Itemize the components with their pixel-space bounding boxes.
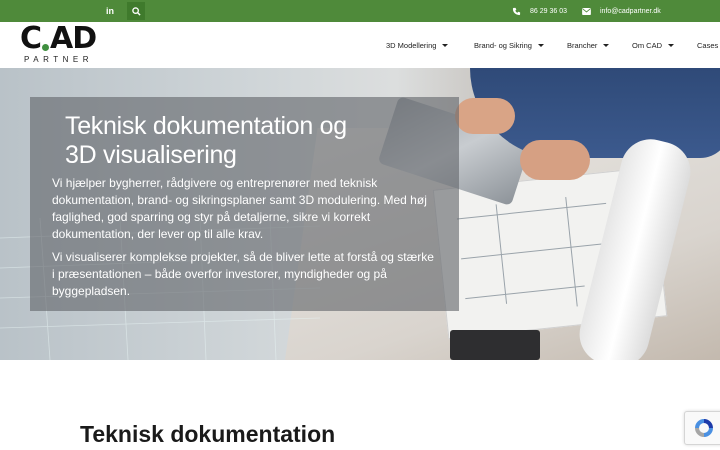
site-header: C AD PARTNER 3D Modellering Brand- og Si… xyxy=(0,22,720,68)
nav-item-3d-modellering[interactable]: 3D Modellering xyxy=(386,22,449,68)
top-bar: in 86 29 36 03 info@cadpartner.dk xyxy=(0,0,720,22)
section-title: Teknisk dokumentation xyxy=(80,421,336,447)
logo-dot xyxy=(42,43,50,51)
hero-hand xyxy=(520,140,590,180)
envelope-icon xyxy=(582,7,591,15)
email-link[interactable]: info@cadpartner.dk xyxy=(582,0,661,22)
hero-hand xyxy=(455,98,515,134)
hero-title: Teknisk dokumentation og 3D visualiserin… xyxy=(65,112,347,169)
search-icon[interactable] xyxy=(127,2,145,20)
email-address: info@cadpartner.dk xyxy=(600,7,661,15)
hero-paragraph-1: Vi hjælper bygherrer, rådgivere og entre… xyxy=(52,176,427,241)
hero-paragraph-2: Vi visualiserer komplekse projekter, så … xyxy=(52,250,434,298)
chevron-down-icon xyxy=(537,43,544,47)
nav-item-brancher[interactable]: Brancher xyxy=(567,22,610,68)
nav-item-brand-og-sikring[interactable]: Brand- og Sikring xyxy=(474,22,544,68)
phone-number: 86 29 36 03 xyxy=(530,7,567,15)
phone-icon xyxy=(512,7,521,15)
chevron-down-icon xyxy=(603,43,610,47)
recaptcha-icon xyxy=(695,419,713,437)
linkedin-icon[interactable]: in xyxy=(101,2,119,20)
nav-item-cases[interactable]: Cases xyxy=(697,22,718,68)
chevron-down-icon xyxy=(668,43,674,47)
chevron-down-icon xyxy=(442,43,449,47)
phone-link[interactable]: 86 29 36 03 xyxy=(512,0,567,22)
logo-letter-c: C xyxy=(20,21,42,56)
recaptcha-badge[interactable] xyxy=(684,411,720,445)
logo[interactable]: C AD PARTNER xyxy=(20,24,102,66)
logo-subtitle: PARTNER xyxy=(24,55,93,64)
hero-calculator xyxy=(450,330,540,360)
hero-banner: Teknisk dokumentation og 3D visualiserin… xyxy=(0,68,720,360)
nav-item-om-cad[interactable]: Om CAD xyxy=(632,22,674,68)
logo-letters-ad: AD xyxy=(50,21,97,56)
